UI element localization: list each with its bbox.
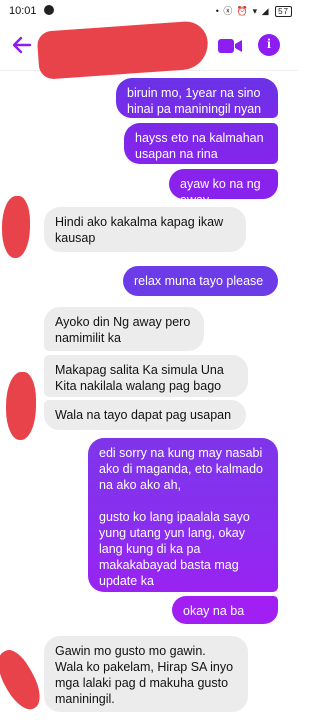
- chat-header: i: [0, 20, 298, 80]
- message-bubble-outgoing[interactable]: relax muna tayo please: [123, 266, 278, 296]
- message-bubble-incoming[interactable]: Wala na tayo dapat pag usapan: [44, 400, 246, 430]
- redacted-avatar: [6, 372, 36, 440]
- messenger-notification-icon: [44, 5, 54, 15]
- message-text: okay na ba yan: [183, 604, 245, 634]
- battery-icon: 57: [275, 6, 292, 17]
- message-text: relax muna tayo please: [134, 274, 264, 288]
- redacted-avatar: [2, 196, 30, 258]
- message-bubble-outgoing[interactable]: hayss eto na kalmahan usapan na rina: [124, 123, 278, 164]
- arrow-left-icon[interactable]: [10, 33, 34, 57]
- info-icon[interactable]: i: [258, 34, 280, 56]
- status-time: 10:01: [9, 5, 37, 17]
- message-text: Hindi ako kakalma kapag ikaw kausap: [55, 215, 224, 245]
- message-text: hayss eto na kalmahan usapan na rina: [135, 131, 264, 161]
- message-paragraph: gusto ko lang ipaalala sayo yung utang y…: [99, 510, 250, 588]
- message-bubble-outgoing[interactable]: biruin mo, 1year na sino hinai pa manini…: [116, 78, 278, 118]
- message-bubble-incoming[interactable]: Ayoko din Ng away pero namimilit ka: [44, 307, 204, 351]
- message-text: Ayoko din Ng away pero namimilit ka: [55, 315, 191, 345]
- status-bar: 10:01 • ⓧ ⏰ ▾ ◢ 57: [0, 0, 298, 22]
- status-icons: • ⓧ ⏰ ▾ ◢ 57: [216, 4, 292, 17]
- message-bubble-incoming[interactable]: Gawin mo gusto mo gawin. Wala ko pakelam…: [44, 636, 248, 712]
- message-bubble-outgoing[interactable]: ayaw ko na ng away: [169, 169, 278, 207]
- message-text: Wala na tayo dapat pag usapan: [55, 408, 232, 422]
- message-bubble-outgoing[interactable]: edi sorry na kung may nasabi ako di maga…: [88, 438, 278, 592]
- message-text: ayaw ko na ng away: [180, 177, 261, 207]
- redacted-contact-name: [36, 20, 210, 80]
- message-bubble-outgoing[interactable]: okay na ba yan: [172, 596, 278, 634]
- message-bubble-incoming[interactable]: Hindi ako kakalma kapag ikaw kausap: [44, 207, 246, 252]
- redacted-avatar: [0, 644, 48, 716]
- message-text: biruin mo, 1year na sino hinai pa manini…: [127, 86, 262, 116]
- message-bubble-incoming[interactable]: Makapag salita Ka simula Una Kita nakila…: [44, 355, 248, 397]
- message-paragraph: edi sorry na kung may nasabi ako di maga…: [99, 446, 263, 492]
- message-text: Makapag salita Ka simula Una Kita nakila…: [55, 363, 224, 393]
- status-icons-glyphs: • ⓧ ⏰ ▾ ◢: [215, 6, 270, 16]
- message-text: Gawin mo gusto mo gawin. Wala ko pakelam…: [55, 644, 234, 706]
- video-camera-icon[interactable]: [217, 36, 243, 56]
